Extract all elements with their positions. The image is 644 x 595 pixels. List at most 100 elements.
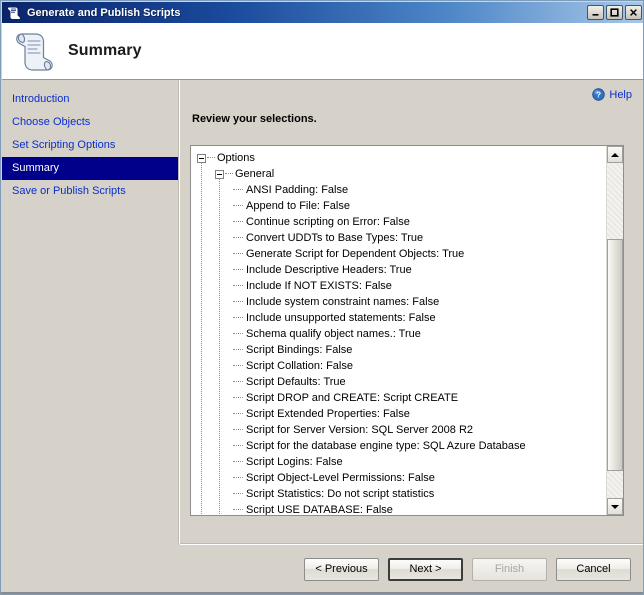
tree-leaf[interactable]: Script Statistics: Do not script statist… (197, 486, 606, 502)
tree-item-label: Include unsupported statements: False (246, 312, 436, 324)
treeview-vertical-scrollbar[interactable] (606, 146, 623, 515)
tree-item-label: Script DROP and CREATE: Script CREATE (246, 392, 459, 404)
tree-leaf[interactable]: Schema qualify object names.: True (197, 326, 606, 342)
page-header: Summary (2, 23, 643, 79)
tree-item-label: Script Collation: False (246, 360, 353, 372)
tree-connector-line (233, 429, 243, 431)
scrollbar-thumb[interactable] (607, 239, 623, 471)
button-label: Finish (494, 563, 525, 575)
cancel-button[interactable]: Cancel (556, 557, 631, 581)
script-scroll-icon (7, 6, 21, 20)
tree-connector-line (225, 173, 233, 175)
previous-button[interactable]: < Previous (304, 557, 379, 581)
tree-leaf[interactable]: Include unsupported statements: False (197, 310, 606, 326)
tree-connector-line (233, 333, 243, 335)
minimize-icon[interactable] (587, 5, 604, 20)
tree-item-label: Schema qualify object names.: True (246, 328, 421, 340)
maximize-icon[interactable] (606, 5, 623, 20)
tree-item-label: Continue scripting on Error: False (246, 216, 410, 228)
tree-leaf[interactable]: Script Object-Level Permissions: False (197, 470, 606, 486)
tree-row-indent (197, 397, 246, 399)
tree-leaf[interactable]: Script Defaults: True (197, 374, 606, 390)
tree-leaf[interactable]: Script for the database engine type: SQL… (197, 438, 606, 454)
tree-leaf[interactable]: ANSI Padding: False (197, 182, 606, 198)
tree-item-label: Script USE DATABASE: False (246, 504, 393, 515)
tree-item-label: Include If NOT EXISTS: False (246, 280, 392, 292)
tree-node[interactable]: Options (197, 150, 606, 166)
tree-row-indent (197, 349, 246, 351)
tree-connector-line (233, 221, 243, 223)
tree-connector-line (233, 301, 243, 303)
button-label: Next > (409, 563, 442, 575)
window-bottom-edge (1, 592, 643, 594)
tree-item-label: Generate Script for Dependent Objects: T… (246, 248, 465, 260)
tree-item-label: Convert UDDTs to Base Types: True (246, 232, 424, 244)
dialog-footer: < Previous Next > Finish Cancel (180, 545, 643, 593)
tree-guide-line (201, 162, 202, 515)
tree-leaf[interactable]: Script USE DATABASE: False (197, 502, 606, 515)
help-circle-icon: ? (592, 88, 606, 101)
tree-leaf[interactable]: Include Descriptive Headers: True (197, 262, 606, 278)
tree-leaf[interactable]: Script Collation: False (197, 358, 606, 374)
scrollbar-track[interactable] (607, 163, 623, 498)
tree-leaf[interactable]: Generate Script for Dependent Objects: T… (197, 246, 606, 262)
window-controls (587, 5, 642, 20)
tree-leaf[interactable]: Script for Server Version: SQL Server 20… (197, 422, 606, 438)
tree-item-label: Append to File: False (246, 200, 350, 212)
sidebar-item-summary[interactable]: Summary (2, 157, 179, 180)
sidebar-item-save-or-publish-scripts[interactable]: Save or Publish Scripts (2, 180, 179, 203)
tree-connector-line (233, 269, 243, 271)
summary-treeview[interactable]: Options General ANSI Padding: False Append … (190, 145, 624, 516)
treeview-content: Options General ANSI Padding: False Append … (191, 146, 606, 515)
scroll-up-arrow-icon[interactable] (607, 146, 623, 163)
tree-item-label: Script Defaults: True (246, 376, 346, 388)
sidebar-item-label: Set Scripting Options (12, 139, 116, 151)
tree-row-indent (197, 477, 246, 479)
tree-leaf[interactable]: Include If NOT EXISTS: False (197, 278, 606, 294)
window-title: Generate and Publish Scripts (27, 6, 181, 19)
tree-leaf[interactable]: Script Bindings: False (197, 342, 606, 358)
tree-leaf[interactable]: Include system constraint names: False (197, 294, 606, 310)
tree-leaf[interactable]: Append to File: False (197, 198, 606, 214)
generate-and-publish-scripts-window: Generate and Publish Scripts Summary Int… (0, 0, 644, 595)
tree-connector-line (233, 477, 243, 479)
tree-leaf[interactable]: Continue scripting on Error: False (197, 214, 606, 230)
sidebar-item-choose-objects[interactable]: Choose Objects (2, 111, 179, 134)
tree-row-indent (197, 301, 246, 303)
tree-item-label: Script Extended Properties: False (246, 408, 410, 420)
dialog-body: Introduction Choose Objects Set Scripting … (2, 80, 643, 594)
tree-item-label: Script for Server Version: SQL Server 20… (246, 424, 474, 436)
help-link[interactable]: ? Help (592, 88, 632, 101)
tree-connector-line (233, 461, 243, 463)
title-bar: Generate and Publish Scripts (2, 2, 643, 23)
tree-leaf[interactable]: Convert UDDTs to Base Types: True (197, 230, 606, 246)
tree-connector-line (233, 205, 243, 207)
finish-button: Finish (472, 557, 547, 581)
tree-connector-line (233, 413, 243, 415)
tree-row-indent (197, 413, 246, 415)
tree-item-label: Script Logins: False (246, 456, 343, 468)
tree-leaf[interactable]: Script Logins: False (197, 454, 606, 470)
tree-connector-line (233, 445, 243, 447)
tree-row-indent (197, 509, 246, 511)
tree-row-indent (197, 333, 246, 335)
tree-leaf[interactable]: Script DROP and CREATE: Script CREATE (197, 390, 606, 406)
help-label: Help (609, 88, 632, 101)
close-icon[interactable] (625, 5, 642, 20)
tree-node[interactable]: General (197, 166, 606, 182)
sidebar-item-label: Summary (12, 162, 60, 174)
tree-row-indent (197, 493, 246, 495)
treeview-viewport: Options General ANSI Padding: False Append … (191, 146, 606, 515)
scroll-down-arrow-icon[interactable] (607, 498, 623, 515)
tree-connector-line (233, 349, 243, 351)
sidebar-item-introduction[interactable]: Introduction (2, 88, 179, 111)
tree-leaf[interactable]: Script Extended Properties: False (197, 406, 606, 422)
sidebar-item-set-scripting-options[interactable]: Set Scripting Options (2, 134, 179, 157)
tree-row-indent (197, 365, 246, 367)
tree-connector-line (207, 157, 215, 159)
tree-row-indent (197, 237, 246, 239)
sidebar-item-label: Introduction (12, 93, 70, 105)
wizard-steps-sidebar: Introduction Choose Objects Set Scripting … (2, 80, 179, 544)
tree-connector-line (233, 189, 243, 191)
next-button[interactable]: Next > (388, 557, 463, 581)
